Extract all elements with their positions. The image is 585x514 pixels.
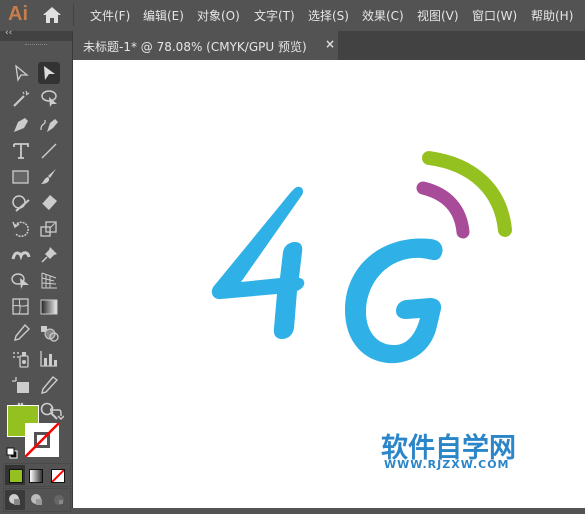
menu-select[interactable]: 选择(S) — [308, 7, 349, 24]
line-tool-icon[interactable] — [38, 140, 60, 162]
eraser-tool-icon[interactable] — [38, 192, 60, 214]
close-tab-icon[interactable]: × — [325, 37, 335, 51]
stroke-swatch[interactable] — [25, 423, 59, 457]
mesh-tool-icon[interactable] — [10, 296, 32, 318]
rectangle-tool-icon[interactable] — [10, 166, 32, 188]
color-mode-row — [3, 463, 71, 487]
slice-tool-icon[interactable] — [38, 374, 60, 396]
draw-normal-button[interactable] — [5, 490, 25, 510]
menu-file[interactable]: 文件(F) — [90, 7, 130, 24]
tools-panel: ‹‹ — [0, 28, 73, 512]
gradient-button[interactable] — [29, 469, 43, 483]
app-logo: Ai — [8, 3, 28, 25]
scale-tool-icon[interactable] — [38, 218, 60, 240]
document-tab-title: 未标题-1* @ 78.08% (CMYK/GPU 预览) — [83, 40, 307, 54]
watermark-url: WWW.RJZXW.COM — [384, 458, 510, 471]
default-colors-icon[interactable] — [6, 444, 18, 459]
document-tab[interactable]: 未标题-1* @ 78.08% (CMYK/GPU 预览) × — [73, 31, 338, 60]
color-button[interactable] — [5, 465, 25, 485]
color-swatch-icon — [9, 469, 23, 483]
menu-type[interactable]: 文字(T) — [254, 7, 295, 24]
puppet-warp-tool-icon[interactable] — [10, 244, 32, 266]
curvature-tool-icon[interactable] — [38, 114, 60, 136]
menu-window[interactable]: 窗口(W) — [472, 7, 517, 24]
paintbrush-tool-icon[interactable] — [38, 166, 60, 188]
menu-view[interactable]: 视图(V) — [417, 7, 459, 24]
rotate-tool-icon[interactable] — [10, 218, 32, 240]
document-tab-bar: 未标题-1* @ 78.08% (CMYK/GPU 预览) × — [73, 31, 585, 60]
menu-effect[interactable]: 效果(C) — [362, 7, 404, 24]
menu-divider — [73, 4, 74, 26]
menu-bar: Ai 文件(F) 编辑(E) 对象(O) 文字(T) 选择(S) 效果(C) 视… — [0, 0, 585, 32]
collapse-icon[interactable]: ‹‹ — [5, 28, 12, 38]
eyedropper-tool-icon[interactable] — [10, 322, 32, 344]
magic-wand-tool-icon[interactable] — [10, 88, 32, 110]
draw-mode-row — [3, 488, 71, 512]
shaper-tool-icon[interactable] — [10, 192, 32, 214]
none-button[interactable] — [51, 469, 65, 483]
swap-fill-stroke-icon[interactable] — [49, 405, 65, 421]
digit-4 — [211, 186, 305, 339]
signal-arc-inner — [416, 181, 470, 239]
pin-tool-icon[interactable] — [38, 244, 60, 266]
draw-inside-button[interactable] — [49, 490, 69, 510]
gradient-tool-icon[interactable] — [38, 296, 60, 318]
letter-g — [345, 238, 443, 364]
home-icon[interactable] — [42, 6, 62, 24]
artboard-canvas[interactable]: 软件自学网 WWW.RJZXW.COM — [73, 60, 585, 508]
perspective-grid-tool-icon[interactable] — [38, 270, 60, 292]
pen-tool-icon[interactable] — [10, 114, 32, 136]
artboard-tool-icon[interactable] — [10, 374, 32, 396]
symbol-sprayer-tool-icon[interactable] — [10, 348, 32, 370]
none-icon — [52, 470, 64, 482]
menu-help[interactable]: 帮助(H) — [531, 7, 573, 24]
shape-builder-tool-icon[interactable] — [10, 270, 32, 292]
column-graph-tool-icon[interactable] — [38, 348, 60, 370]
type-tool-icon[interactable] — [10, 140, 32, 162]
draw-behind-button[interactable] — [27, 490, 47, 510]
direct-selection-tool-icon[interactable] — [10, 62, 32, 84]
panel-header: ‹‹ — [0, 28, 72, 41]
menu-edit[interactable]: 编辑(E) — [143, 7, 184, 24]
selection-tool-icon[interactable] — [38, 62, 60, 84]
menu-object[interactable]: 对象(O) — [197, 7, 240, 24]
panel-grip[interactable] — [25, 44, 47, 48]
lasso-tool-icon[interactable] — [38, 88, 60, 110]
blend-tool-icon[interactable] — [38, 322, 60, 344]
